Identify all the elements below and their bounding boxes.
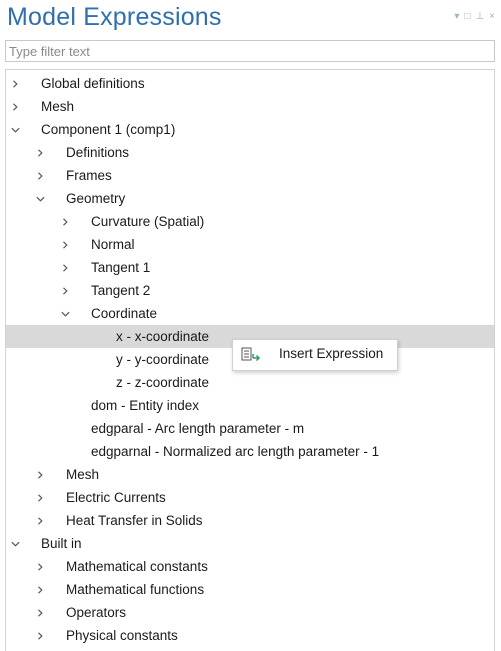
tree-item[interactable]: Physical constants xyxy=(6,624,494,647)
tree-item[interactable]: edgparal - Arc length parameter - m xyxy=(6,417,494,440)
tree-item-label: Tangent 2 xyxy=(91,283,151,298)
chevron-right-icon[interactable] xyxy=(33,601,47,624)
tree-item[interactable]: edgparnal - Normalized arc length parame… xyxy=(6,440,494,463)
chevron-down-icon[interactable] xyxy=(8,118,22,141)
tree-item-label: edgparnal - Normalized arc length parame… xyxy=(91,444,380,459)
tree-item-label: Curvature (Spatial) xyxy=(91,214,205,229)
tree-item-label: x - x-coordinate xyxy=(116,329,210,344)
tree-item[interactable]: Global definitions xyxy=(6,72,494,95)
tree-item[interactable]: Tangent 1 xyxy=(6,256,494,279)
tree-item-label: Frames xyxy=(66,168,112,183)
tree-item-label: Tangent 1 xyxy=(91,260,151,275)
chevron-down-icon[interactable] xyxy=(8,532,22,555)
tree-item-label: z - z-coordinate xyxy=(116,375,210,390)
tree-item[interactable]: Normal xyxy=(6,233,494,256)
chevron-right-icon[interactable] xyxy=(58,233,72,256)
panel-header: Model Expressions ▾ □ ⊥ × xyxy=(0,0,501,38)
tree-item[interactable]: Curvature (Spatial) xyxy=(6,210,494,233)
tree-item-label: dom - Entity index xyxy=(91,398,200,413)
tree-item[interactable]: Heat Transfer in Solids xyxy=(6,509,494,532)
pin-icon[interactable]: ⊥ xyxy=(475,12,484,22)
panel-title: Model Expressions xyxy=(7,3,222,31)
tree-item-label: Mathematical functions xyxy=(66,582,205,597)
tree-item[interactable]: Mesh xyxy=(6,95,494,118)
tree-item-label: Operators xyxy=(66,605,127,620)
tree-item-label: Electric Currents xyxy=(66,490,166,505)
tree-item-label: Global definitions xyxy=(41,76,145,91)
chevron-right-icon[interactable] xyxy=(33,509,47,532)
insert-expression-icon xyxy=(241,347,261,368)
chevron-down-icon[interactable] xyxy=(33,187,47,210)
chevron-right-icon[interactable] xyxy=(33,463,47,486)
chevron-right-icon[interactable] xyxy=(8,95,22,118)
chevron-right-icon[interactable] xyxy=(58,279,72,302)
chevron-right-icon[interactable] xyxy=(33,555,47,578)
tree-item-label: Mathematical constants xyxy=(66,559,208,574)
filter-input[interactable]: Type filter text xyxy=(5,40,495,62)
tree-item[interactable]: Electric Currents xyxy=(6,486,494,509)
panel-menu-icon[interactable]: ▾ xyxy=(454,12,459,22)
chevron-right-icon[interactable] xyxy=(33,486,47,509)
tree-item[interactable]: Mesh xyxy=(6,463,494,486)
tree-item-label: Geometry xyxy=(66,191,126,206)
chevron-right-icon[interactable] xyxy=(8,72,22,95)
tree-item-label: edgparal - Arc length parameter - m xyxy=(91,421,305,436)
tree-item-label: Physical constants xyxy=(66,628,178,643)
tree-item[interactable]: Mathematical constants xyxy=(6,555,494,578)
tree-item[interactable]: Operators xyxy=(6,601,494,624)
tree-item[interactable]: Geometry xyxy=(6,187,494,210)
close-icon[interactable]: × xyxy=(489,12,495,22)
tree-item-label: Mesh xyxy=(41,99,75,114)
tree-item[interactable]: Built in xyxy=(6,532,494,555)
chevron-right-icon[interactable] xyxy=(33,141,47,164)
tree-item-label: Definitions xyxy=(66,145,130,160)
maximize-icon[interactable]: □ xyxy=(464,12,470,22)
chevron-right-icon[interactable] xyxy=(33,624,47,647)
tree-item-label: Heat Transfer in Solids xyxy=(66,513,203,528)
tree-item[interactable]: Frames xyxy=(6,164,494,187)
tree-item-label: Component 1 (comp1) xyxy=(41,122,176,137)
chevron-right-icon[interactable] xyxy=(58,210,72,233)
tree-item[interactable]: Coordinate xyxy=(6,302,494,325)
tree-item[interactable]: dom - Entity index xyxy=(6,394,494,417)
tree-item-label: y - y-coordinate xyxy=(116,352,210,367)
chevron-right-icon[interactable] xyxy=(33,578,47,601)
chevron-right-icon[interactable] xyxy=(58,256,72,279)
window-controls: ▾ □ ⊥ × xyxy=(454,12,495,22)
tree-item-label: Normal xyxy=(91,237,135,252)
tree-item[interactable]: Definitions xyxy=(6,141,494,164)
tree-item[interactable]: z - z-coordinate xyxy=(6,371,494,394)
tree-item-label: Coordinate xyxy=(91,306,158,321)
tree-item-label: Built in xyxy=(41,536,82,551)
insert-expression-menu-item[interactable]: Insert Expression xyxy=(233,340,397,370)
tree-item[interactable]: Tangent 2 xyxy=(6,279,494,302)
chevron-right-icon[interactable] xyxy=(33,164,47,187)
tree-item-label: Mesh xyxy=(66,467,100,482)
context-menu: Insert Expression xyxy=(232,339,398,371)
chevron-down-icon[interactable] xyxy=(58,302,72,325)
insert-expression-label: Insert Expression xyxy=(279,346,384,361)
tree-item[interactable]: Component 1 (comp1) xyxy=(6,118,494,141)
tree-item[interactable]: Mathematical functions xyxy=(6,578,494,601)
